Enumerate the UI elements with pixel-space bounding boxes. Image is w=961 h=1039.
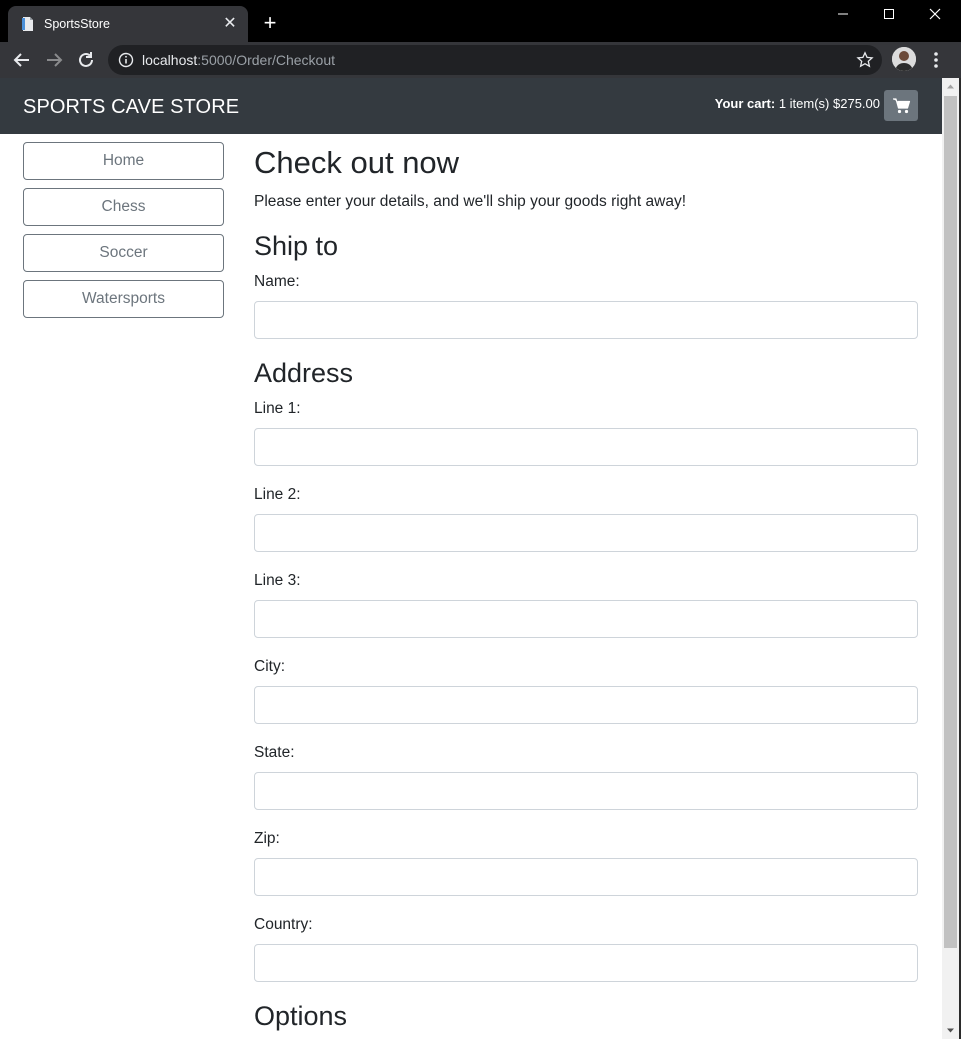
url-text: localhost:5000/Order/Checkout: [142, 52, 335, 68]
shopping-cart-icon: [893, 98, 911, 114]
city-input[interactable]: [254, 686, 918, 724]
profile-avatar[interactable]: [892, 47, 916, 71]
country-input[interactable]: [254, 944, 918, 982]
line3-input[interactable]: [254, 600, 918, 638]
scroll-down-arrow-icon[interactable]: [942, 1022, 959, 1039]
category-chess-button[interactable]: Chess: [23, 188, 224, 226]
page-viewport: SPORTS CAVE STORE Your cart: 1 item(s) $…: [0, 78, 942, 1039]
options-heading: Options: [254, 1001, 348, 1031]
ship-to-heading: Ship to: [254, 231, 339, 261]
person-icon: [892, 47, 916, 71]
zip-input[interactable]: [254, 858, 918, 896]
checkout-intro: Please enter your details, and we'll shi…: [254, 193, 687, 210]
url-host: localhost: [142, 52, 198, 68]
cart-button[interactable]: [884, 90, 918, 121]
scroll-up-arrow-icon[interactable]: [942, 78, 959, 95]
name-input[interactable]: [254, 301, 918, 339]
line2-label: Line 2:: [254, 486, 301, 503]
store-brand[interactable]: SPORTS CAVE STORE: [23, 95, 239, 119]
page-icon: [22, 17, 33, 31]
city-label: City:: [254, 658, 285, 675]
line3-label: Line 3:: [254, 572, 301, 589]
category-soccer-button[interactable]: Soccer: [23, 234, 224, 272]
line1-input[interactable]: [254, 428, 918, 466]
line2-input[interactable]: [254, 514, 918, 552]
bookmark-star-icon[interactable]: [856, 51, 874, 69]
reload-icon[interactable]: [72, 46, 100, 74]
scrollbar-thumb[interactable]: [944, 96, 957, 948]
zip-label: Zip:: [254, 830, 280, 847]
back-arrow-icon[interactable]: [8, 46, 36, 74]
address-bar[interactable]: localhost:5000/Order/Checkout: [108, 45, 882, 75]
info-icon[interactable]: [118, 52, 134, 68]
category-home-button[interactable]: Home: [23, 142, 224, 180]
minimize-icon[interactable]: [820, 0, 866, 28]
tab-title: SportsStore: [44, 17, 111, 31]
country-label: Country:: [254, 916, 313, 933]
address-heading: Address: [254, 358, 354, 388]
vertical-scrollbar[interactable]: [942, 78, 959, 1039]
name-label: Name:: [254, 273, 300, 290]
line1-label: Line 1:: [254, 400, 301, 417]
new-tab-icon[interactable]: +: [258, 12, 282, 36]
url-path: :5000/Order/Checkout: [197, 52, 336, 68]
browser-tabstrip: SportsStore ✕ +: [0, 0, 961, 42]
cart-label: Your cart:: [714, 96, 776, 111]
browser-toolbar: localhost:5000/Order/Checkout: [0, 42, 961, 78]
cart-summary-text: 1 item(s) $275.00: [775, 96, 880, 111]
category-sidebar: Home Chess Soccer Watersports: [23, 142, 224, 326]
state-label: State:: [254, 744, 295, 761]
browser-tab[interactable]: SportsStore ✕: [8, 6, 248, 42]
kebab-menu-icon[interactable]: [926, 48, 946, 72]
forward-arrow-icon[interactable]: [40, 46, 68, 74]
page-title: Check out now: [254, 145, 460, 180]
state-input[interactable]: [254, 772, 918, 810]
maximize-icon[interactable]: [866, 0, 912, 28]
close-tab-icon[interactable]: ✕: [220, 14, 240, 34]
window-close-icon[interactable]: [912, 0, 958, 28]
cart-summary: Your cart: 1 item(s) $275.00: [715, 96, 880, 112]
category-watersports-button[interactable]: Watersports: [23, 280, 224, 318]
store-navbar: SPORTS CAVE STORE Your cart: 1 item(s) $…: [0, 78, 942, 134]
